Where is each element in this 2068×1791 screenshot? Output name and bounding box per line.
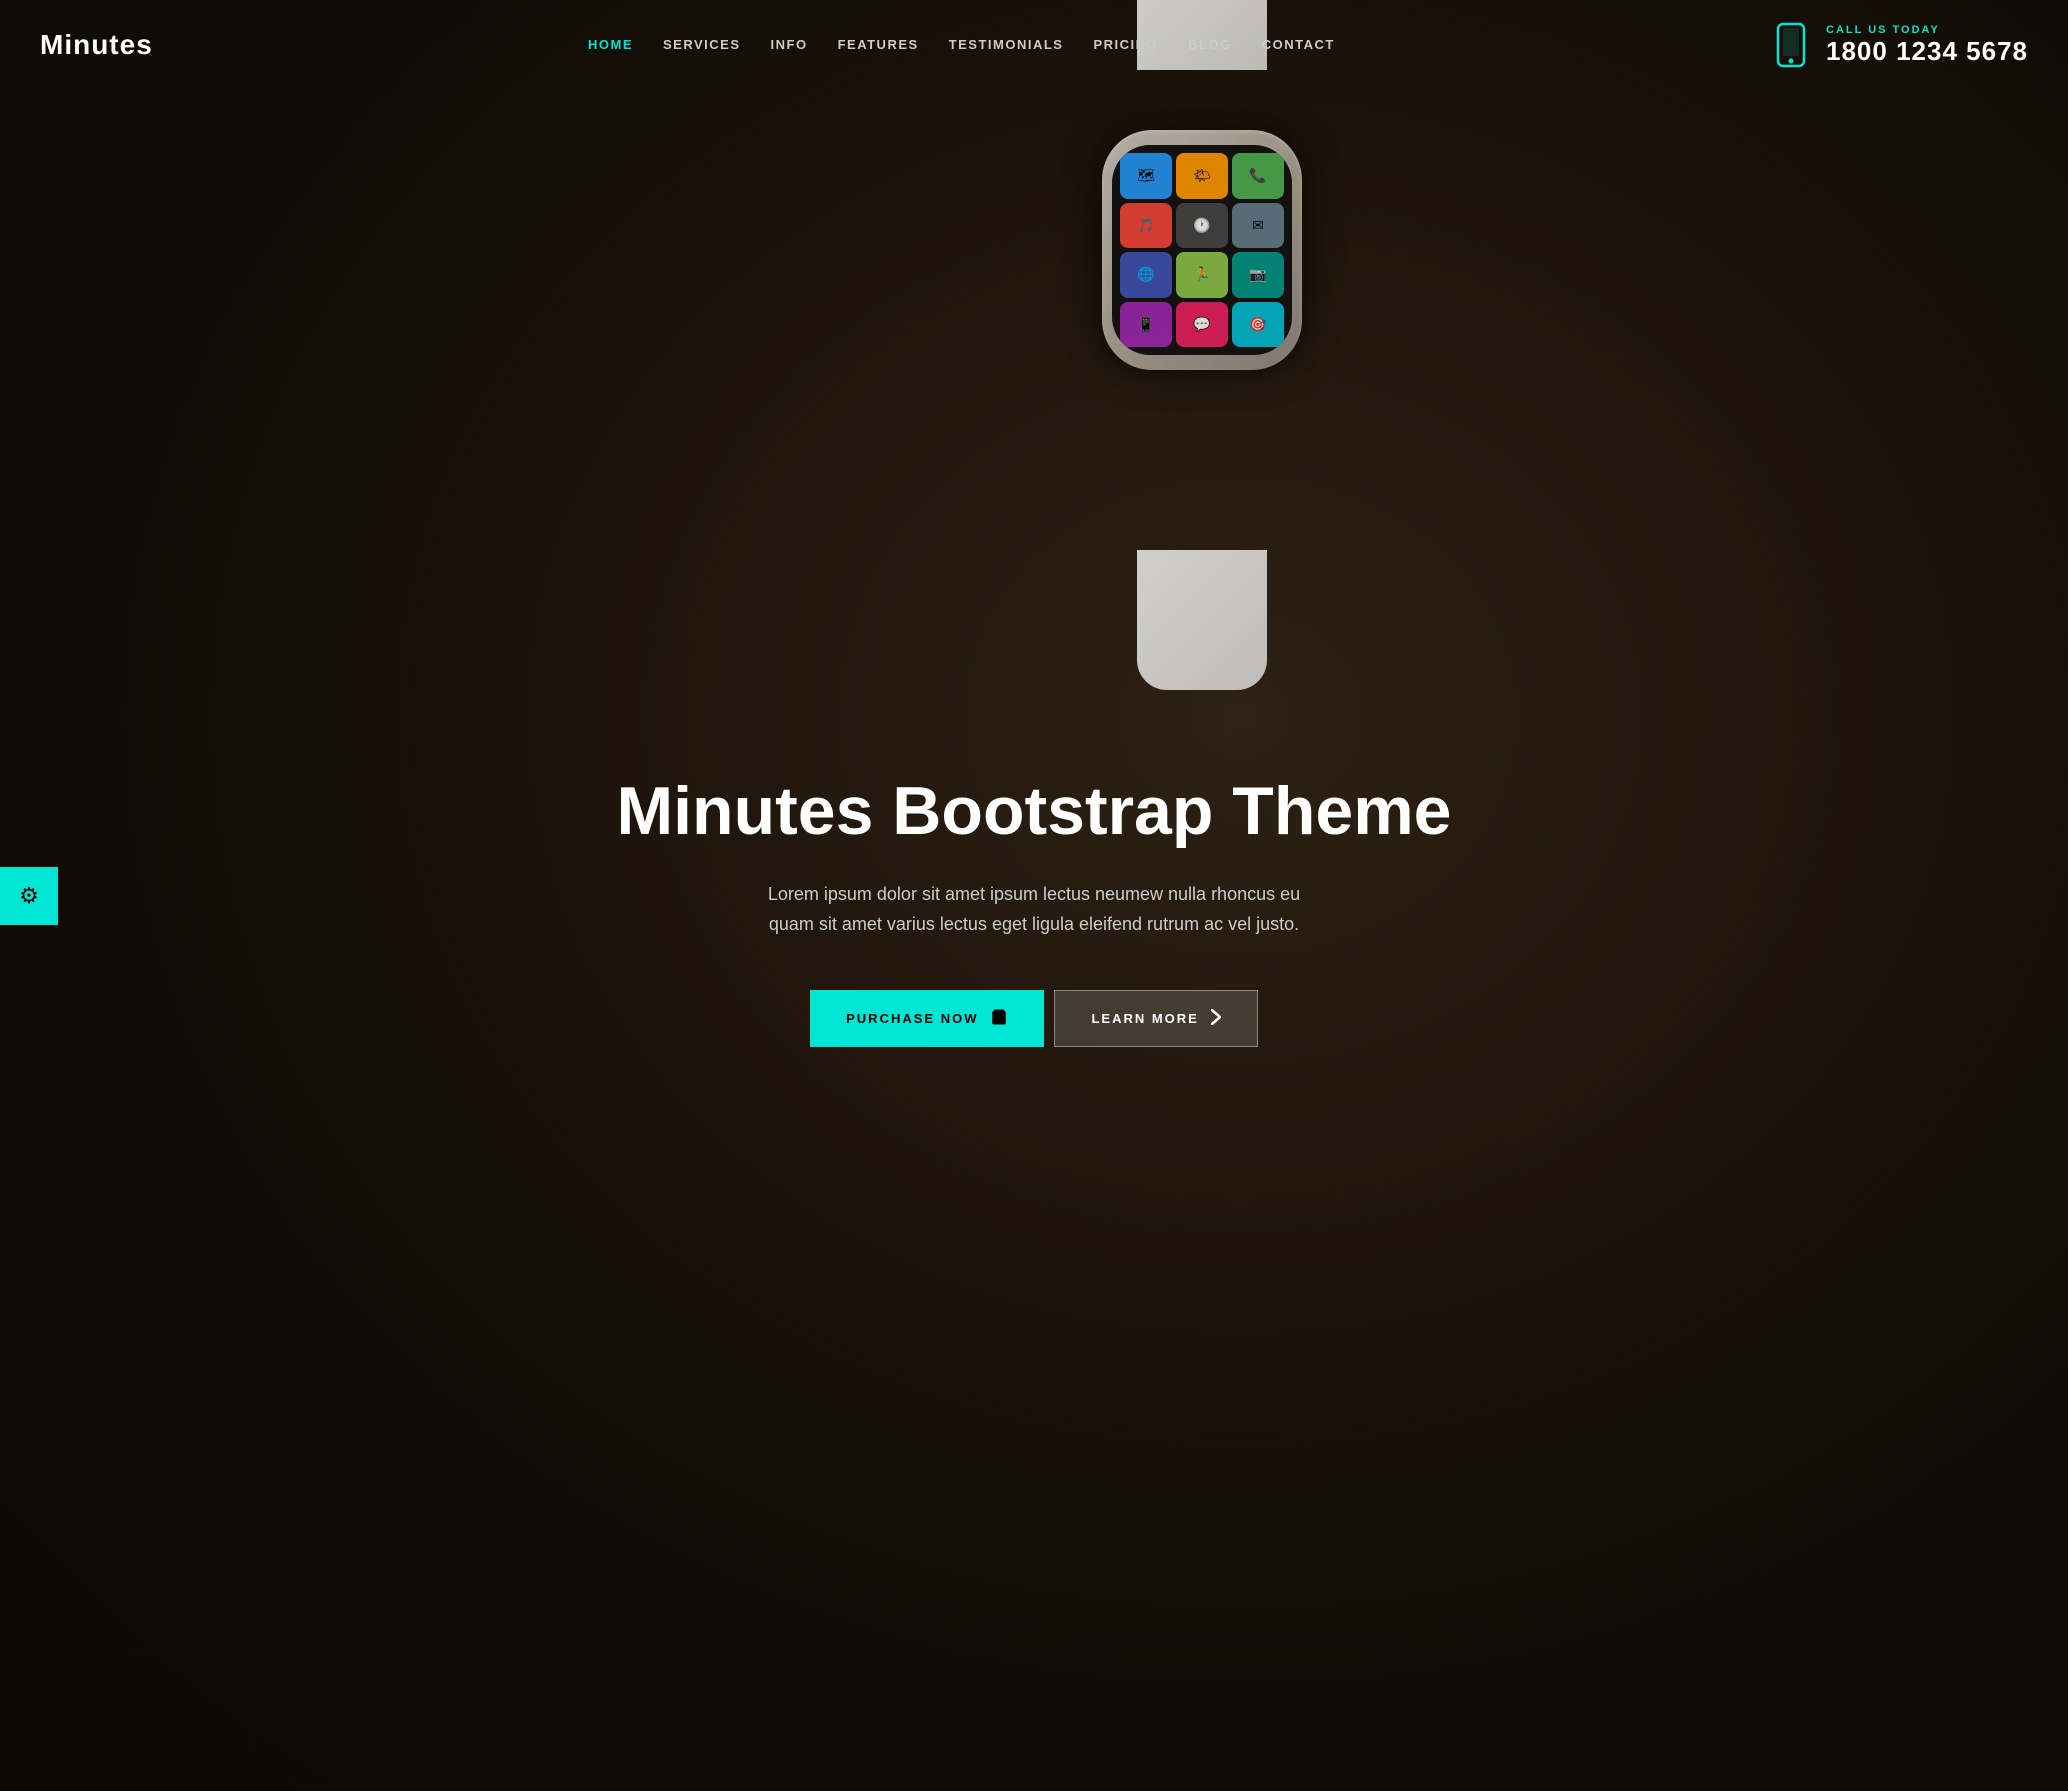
nav-link-features[interactable]: FEATURES bbox=[838, 37, 919, 52]
cart-icon bbox=[990, 1008, 1008, 1029]
site-logo[interactable]: Minutes bbox=[40, 29, 153, 61]
phone-text: CALL US TODAY 1800 1234 5678 bbox=[1826, 24, 2028, 67]
navbar: Minutes HOME SERVICES INFO FEATURES TESTIMON… bbox=[0, 0, 2068, 90]
nav-link-testimonials[interactable]: TESTIMONIALS bbox=[949, 37, 1064, 52]
purchase-now-button[interactable]: PURCHASE NOW bbox=[810, 990, 1044, 1047]
phone-icon-wrap bbox=[1770, 19, 1812, 71]
chevron-right-icon bbox=[1211, 1009, 1221, 1028]
gear-icon: ⚙ bbox=[19, 883, 39, 909]
phone-number: 1800 1234 5678 bbox=[1826, 36, 2028, 67]
nav-link-home[interactable]: HOME bbox=[588, 37, 633, 52]
hero-buttons: PURCHASE NOW LEARN MORE bbox=[810, 990, 1258, 1047]
nav-link-info[interactable]: INFO bbox=[771, 37, 808, 52]
settings-float-button[interactable]: ⚙ bbox=[0, 867, 58, 925]
hero-section: 🗺🌤📞🎵🕐✉🌐🏃📷📱💬🎯 Minutes HOMESERVICESINFOFEA… bbox=[0, 0, 2068, 1791]
phone-icon bbox=[1776, 22, 1806, 68]
purchase-label: PURCHASE NOW bbox=[846, 1011, 978, 1026]
nav-link-pricing[interactable]: PRICING bbox=[1093, 37, 1158, 52]
hero-title: Minutes Bootstrap Theme bbox=[617, 774, 1452, 849]
learn-label: LEARN MORE bbox=[1091, 1011, 1198, 1026]
learn-more-button[interactable]: LEARN MORE bbox=[1054, 990, 1257, 1047]
nav-link-services[interactable]: SERVICES bbox=[663, 37, 741, 52]
nav-link-blog[interactable]: BLOG bbox=[1188, 37, 1232, 52]
phone-area: CALL US TODAY 1800 1234 5678 bbox=[1770, 19, 2028, 71]
nav-links: HOME SERVICES INFO FEATURES TESTIMONIALS PRIC… bbox=[588, 36, 1335, 54]
hero-content: Minutes Bootstrap Theme Lorem ipsum dolo… bbox=[0, 30, 2068, 1791]
call-label: CALL US TODAY bbox=[1826, 24, 2028, 36]
hero-description: Lorem ipsum dolor sit amet ipsum lectus … bbox=[764, 879, 1304, 940]
nav-link-contact[interactable]: CONTACT bbox=[1262, 37, 1335, 52]
